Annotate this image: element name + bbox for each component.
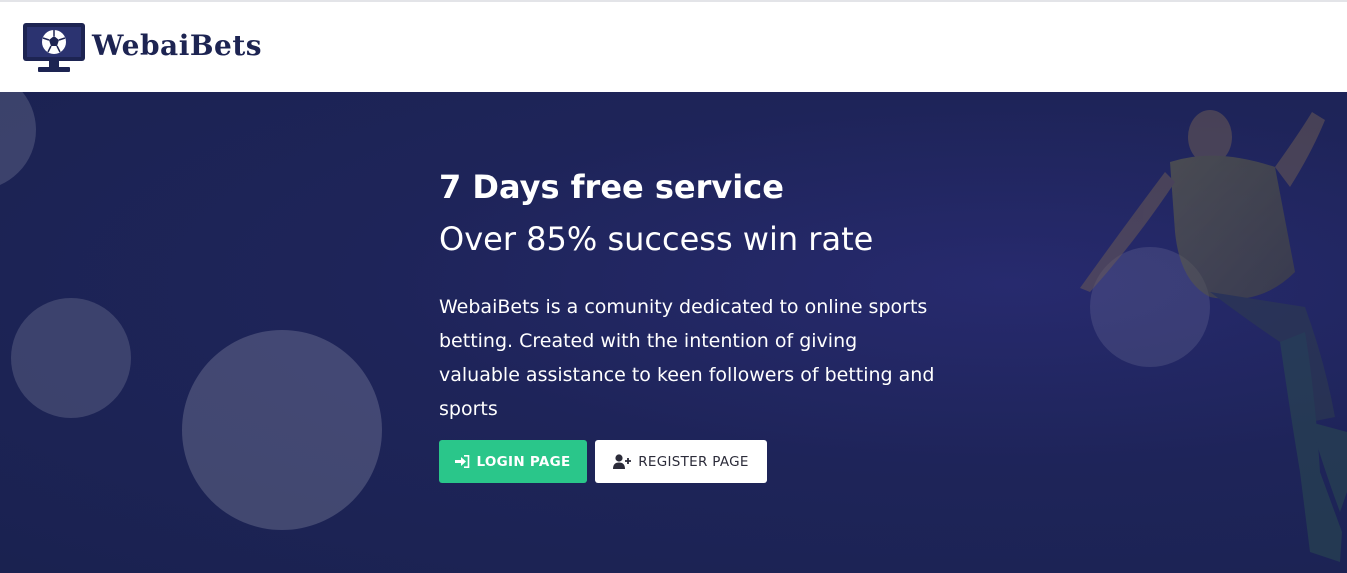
decorative-circle (182, 330, 382, 530)
brand-name: WebaiBets (92, 28, 263, 62)
hero-headline: 7 Days free service (439, 168, 784, 206)
sign-in-icon (455, 455, 470, 468)
monitor-soccer-ball-icon (23, 23, 85, 72)
login-page-button[interactable]: LOGIN PAGE (439, 440, 587, 483)
user-plus-icon (613, 454, 632, 469)
decorative-circle (11, 298, 131, 418)
register-page-button[interactable]: REGISTER PAGE (595, 440, 767, 483)
brand-logo[interactable]: WebaiBets (22, 21, 262, 75)
navbar: WebaiBets (0, 2, 1347, 92)
football-player-image (1080, 110, 1347, 562)
login-button-label: LOGIN PAGE (476, 453, 571, 470)
hero-section: 7 Days free service Over 85% success win… (0, 92, 1347, 573)
hero-description: WebaiBets is a comunity dedicated to onl… (439, 296, 935, 420)
register-button-label: REGISTER PAGE (638, 453, 749, 470)
hero-subheadline: Over 85% success win rate (439, 220, 874, 258)
decorative-circle (0, 92, 36, 190)
